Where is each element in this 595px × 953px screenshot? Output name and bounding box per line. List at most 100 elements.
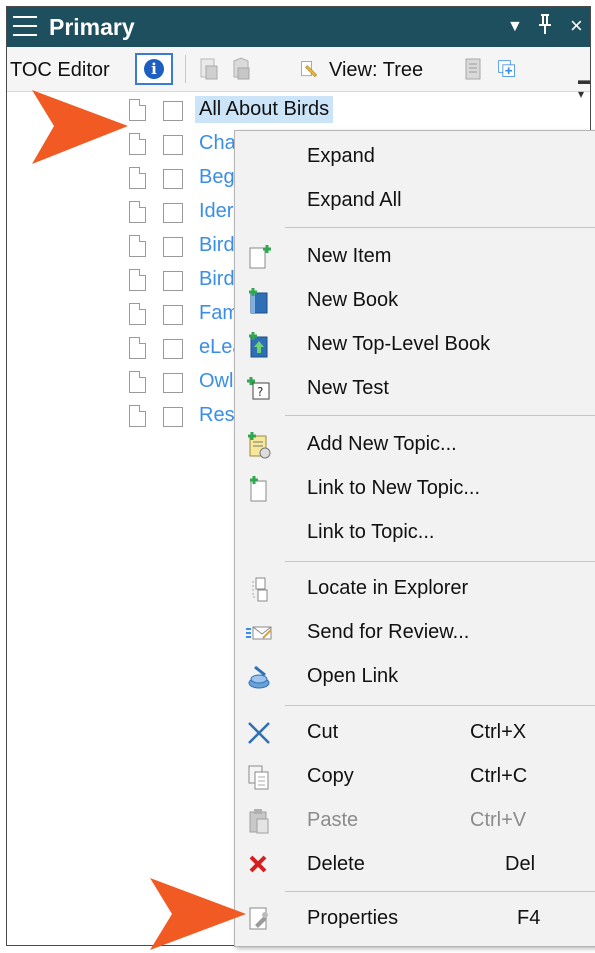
menu-item-label: New Top-Level Book — [307, 333, 491, 355]
menu-item-label: New Item — [307, 245, 392, 267]
menu-separator — [285, 705, 595, 706]
menu-item-label: Paste — [307, 809, 359, 831]
menu-item-label: Add New Topic... — [307, 433, 457, 455]
delete-icon — [249, 855, 267, 873]
document-icon — [129, 167, 146, 189]
locate-explorer-icon — [252, 577, 268, 602]
menu-item-add-new-topic[interactable]: Add New Topic... — [235, 423, 595, 467]
tree-item-label: All About Birds — [195, 96, 334, 123]
copy-icon — [248, 765, 269, 790]
open-link-icon — [248, 665, 270, 689]
menu-item-label: Link to Topic... — [307, 521, 435, 543]
menu-separator — [285, 891, 595, 892]
dropdown-arrow-icon[interactable]: ▼ — [507, 18, 523, 36]
menu-item-open-link[interactable]: Open Link — [235, 655, 595, 699]
toolbar-separator — [185, 55, 186, 83]
tree-checkbox[interactable] — [163, 305, 183, 325]
document-icon — [129, 405, 146, 427]
menu-item-cut[interactable]: Cut Ctrl+X — [235, 711, 595, 755]
send-review-icon — [246, 626, 272, 640]
properties-icon — [249, 907, 268, 930]
menu-item-new-test[interactable]: ? New Test — [235, 367, 595, 411]
callout-arrow-top — [32, 90, 128, 164]
document-icon — [129, 337, 146, 359]
menu-item-label: New Book — [307, 289, 399, 311]
menu-separator — [285, 415, 595, 416]
view-mode-icon[interactable] — [299, 57, 319, 81]
add-item-icon[interactable] — [497, 57, 517, 81]
tree-checkbox[interactable] — [163, 373, 183, 393]
new-book-icon — [249, 288, 268, 314]
document-icon — [129, 303, 146, 325]
paste-icon — [249, 809, 269, 834]
document-icon — [129, 269, 146, 291]
tree-checkbox[interactable] — [163, 237, 183, 257]
menu-item-new-item[interactable]: New Item — [235, 235, 595, 279]
new-test-icon: ? — [247, 377, 270, 400]
new-top-level-book-icon — [249, 332, 268, 358]
menu-item-delete[interactable]: Delete Del — [235, 843, 595, 887]
menu-item-send-for-review[interactable]: Send for Review... — [235, 611, 595, 655]
document-icon — [129, 201, 146, 223]
menu-item-expand-all[interactable]: Expand All — [235, 179, 595, 223]
document-icon — [129, 133, 146, 155]
document-icon — [129, 235, 146, 257]
info-button[interactable]: i — [135, 53, 173, 85]
menu-item-copy[interactable]: Copy Ctrl+C — [235, 755, 595, 799]
pin-icon[interactable] — [537, 12, 553, 44]
tree-item-label: Bird — [199, 268, 235, 290]
menu-item-paste[interactable]: Paste Ctrl+V — [235, 799, 595, 843]
menu-item-new-top-level-book[interactable]: New Top-Level Book — [235, 323, 595, 367]
tree-checkbox[interactable] — [163, 101, 183, 121]
tree-checkbox[interactable] — [163, 271, 183, 291]
panel-titlebar: Primary ▼ × — [7, 7, 590, 47]
close-icon[interactable]: × — [570, 13, 583, 39]
cut-icon — [248, 722, 270, 744]
info-icon: i — [144, 59, 164, 79]
panel-title: Primary — [49, 14, 135, 40]
document-icon — [129, 99, 146, 121]
tree-checkbox[interactable] — [163, 407, 183, 427]
view-tree-dropdown[interactable]: View: Tree — [329, 59, 423, 82]
menu-separator — [285, 227, 595, 228]
toc-editor-label: TOC Editor — [10, 59, 110, 81]
menu-item-shortcut: Ctrl+C — [470, 765, 528, 787]
menu-item-properties[interactable]: Properties F4 — [235, 897, 595, 941]
tree-item[interactable]: All About Birds — [119, 94, 590, 124]
tree-item-label: Owl — [199, 370, 234, 392]
menu-item-link-to-new-topic[interactable]: Link to New Topic... — [235, 467, 595, 511]
menu-item-label: Properties — [307, 907, 399, 929]
menu-item-shortcut: Ctrl+V — [470, 809, 527, 831]
menu-item-label: Expand — [307, 145, 375, 167]
document-list-icon[interactable] — [463, 57, 483, 81]
new-item-icon — [249, 245, 271, 269]
link-new-topic-icon — [250, 476, 267, 502]
add-new-topic-icon — [248, 432, 271, 459]
book-properties-icon[interactable] — [231, 57, 251, 81]
hamburger-menu-icon[interactable] — [13, 16, 37, 38]
menu-item-shortcut: Del — [505, 853, 536, 875]
tree-checkbox[interactable] — [163, 169, 183, 189]
menu-item-label: New Test — [307, 377, 389, 399]
toc-toolbar: TOC Editor i View: Tree ▬ ▾ — [7, 47, 590, 101]
callout-arrow-bottom — [150, 878, 246, 950]
menu-item-locate-in-explorer[interactable]: Locate in Explorer — [235, 567, 595, 611]
tree-item-label: Cha — [199, 132, 236, 154]
menu-item-shortcut: Ctrl+X — [470, 721, 527, 743]
menu-item-label: Delete — [307, 853, 365, 875]
tree-item-label: Bird — [199, 234, 235, 256]
menu-item-link-to-topic[interactable]: Link to Topic... — [235, 511, 595, 555]
tree-item-label: Beg — [199, 166, 235, 188]
tree-checkbox[interactable] — [163, 135, 183, 155]
menu-separator — [285, 561, 595, 562]
menu-item-label: Copy — [307, 765, 354, 787]
menu-item-label: Expand All — [307, 189, 402, 211]
menu-item-new-book[interactable]: New Book — [235, 279, 595, 323]
menu-item-label: Link to New Topic... — [307, 477, 481, 499]
menu-item-expand[interactable]: Expand — [235, 135, 595, 179]
context-menu: Expand Expand All New Item New Book New … — [234, 130, 595, 947]
menu-item-label: Locate in Explorer — [307, 577, 469, 599]
topic-properties-icon[interactable] — [199, 57, 219, 81]
tree-checkbox[interactable] — [163, 339, 183, 359]
tree-checkbox[interactable] — [163, 203, 183, 223]
